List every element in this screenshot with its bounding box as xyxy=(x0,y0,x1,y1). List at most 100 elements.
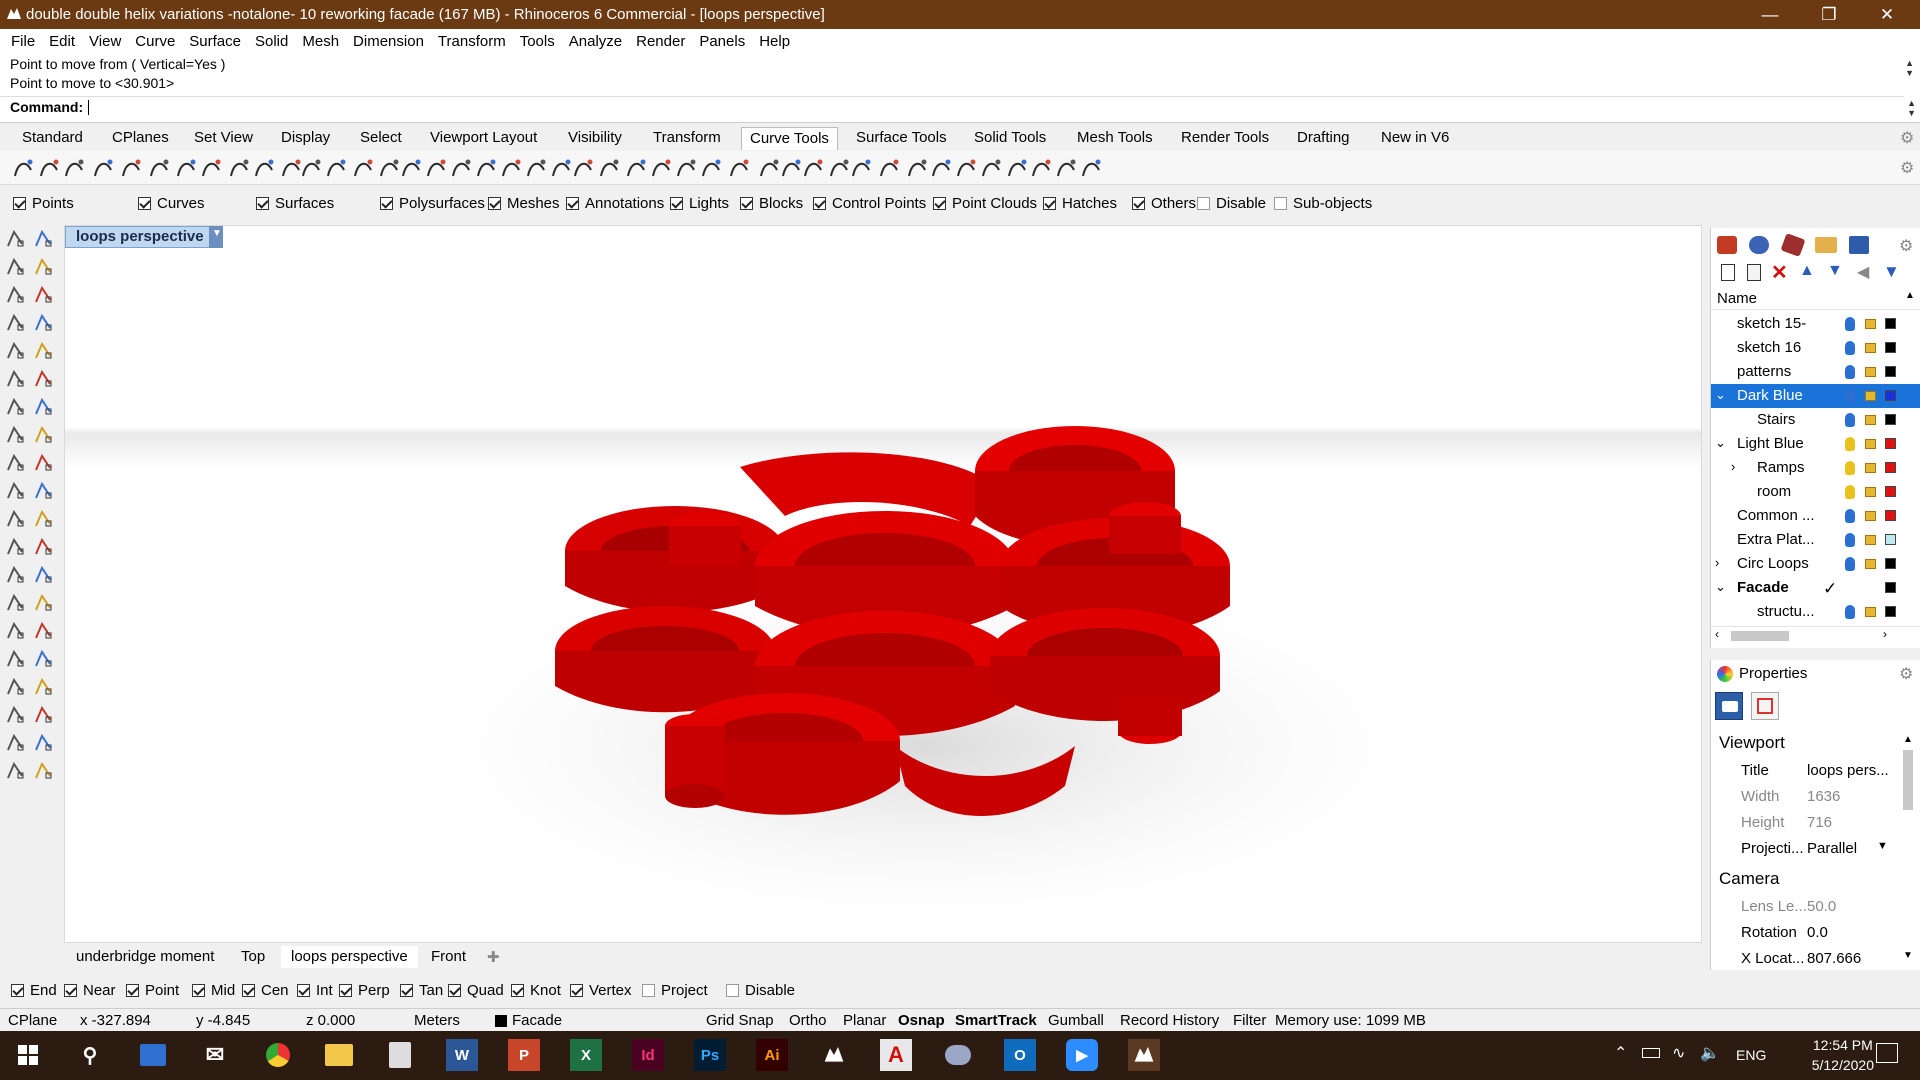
gear-icon[interactable]: ⚙ xyxy=(1899,236,1913,256)
explode-icon[interactable] xyxy=(352,156,374,180)
expander-icon[interactable]: ⌄ xyxy=(1715,387,1726,403)
surface-icon[interactable] xyxy=(4,620,26,642)
angle-icon[interactable] xyxy=(32,452,54,474)
menu-item-edit[interactable]: Edit xyxy=(42,33,82,50)
filter-sub-objects[interactable]: Sub-objects xyxy=(1274,195,1372,212)
object-icon[interactable] xyxy=(1751,692,1779,720)
red-loop-model[interactable] xyxy=(65,226,1702,943)
control-point-icon[interactable] xyxy=(728,156,750,180)
layer-row[interactable]: room xyxy=(1711,480,1920,504)
project-icon[interactable] xyxy=(378,156,400,180)
powerpoint-icon[interactable]: P xyxy=(508,1039,540,1071)
geodesic-icon[interactable] xyxy=(1030,156,1052,180)
divide-icon[interactable] xyxy=(450,156,472,180)
torus-icon[interactable] xyxy=(4,704,26,726)
filter-blocks[interactable]: Blocks xyxy=(740,195,803,212)
layer-row[interactable]: Common ... xyxy=(1711,504,1920,528)
layer-color-swatch[interactable] xyxy=(1885,342,1896,353)
arc-blend-icon[interactable] xyxy=(850,156,872,180)
menu-item-solid[interactable]: Solid xyxy=(248,33,295,50)
record-history-toggle[interactable]: Record History xyxy=(1120,1012,1219,1029)
extend-icon[interactable] xyxy=(253,156,275,180)
scale-icon[interactable] xyxy=(32,256,54,278)
tab-standard[interactable]: Standard xyxy=(14,127,91,150)
menu-item-help[interactable]: Help xyxy=(752,33,797,50)
arc-curve-icon[interactable] xyxy=(38,156,60,180)
checkbox[interactable] xyxy=(933,197,946,210)
tab-viewport-layout[interactable]: Viewport Layout xyxy=(422,127,545,150)
split-icon[interactable] xyxy=(300,156,322,180)
curve-icon[interactable] xyxy=(12,156,34,180)
checkbox[interactable] xyxy=(642,984,655,997)
osnap-near[interactable]: Near xyxy=(64,982,116,999)
lightbulb-icon[interactable] xyxy=(1845,437,1855,451)
minimize-button[interactable]: — xyxy=(1741,0,1799,29)
network-icon[interactable] xyxy=(32,592,54,614)
pull-icon[interactable] xyxy=(400,156,422,180)
filter-lights[interactable]: Lights xyxy=(670,195,729,212)
lightbulb-icon[interactable] xyxy=(1845,605,1855,619)
osnap-perp[interactable]: Perp xyxy=(339,982,390,999)
layers-tab-icon[interactable] xyxy=(1717,236,1737,254)
move-down-icon[interactable]: ▼ xyxy=(1827,262,1843,280)
smarttrack-toggle[interactable]: SmartTrack xyxy=(955,1012,1037,1029)
checkbox[interactable] xyxy=(380,197,393,210)
layer-color-swatch[interactable] xyxy=(1885,414,1896,425)
checkbox[interactable] xyxy=(1132,197,1145,210)
osnap-cen[interactable]: Cen xyxy=(242,982,289,999)
menu-item-curve[interactable]: Curve xyxy=(128,33,182,50)
lock-icon[interactable] xyxy=(1865,463,1876,473)
lightbulb-icon[interactable] xyxy=(1845,389,1855,403)
checkbox[interactable] xyxy=(400,984,413,997)
command-prompt[interactable]: Command: xyxy=(0,96,1904,118)
orbit-icon[interactable] xyxy=(32,508,54,530)
array-icon[interactable] xyxy=(32,340,54,362)
tab-drafting[interactable]: Drafting xyxy=(1289,127,1358,150)
polyline-icon[interactable] xyxy=(92,156,114,180)
mail-icon[interactable]: ✉ xyxy=(199,1039,231,1071)
rhino-active-icon[interactable] xyxy=(1128,1039,1160,1071)
checkbox[interactable] xyxy=(813,197,826,210)
layer-name[interactable]: Light Blue xyxy=(1737,435,1804,452)
layer-row[interactable]: › Ramps xyxy=(1711,456,1920,480)
line-icon[interactable] xyxy=(63,156,85,180)
tab-select[interactable]: Select xyxy=(352,127,410,150)
restore-button[interactable]: ❐ xyxy=(1800,0,1858,29)
lock-icon[interactable] xyxy=(1865,511,1876,521)
flow-icon[interactable] xyxy=(1055,156,1077,180)
display-tab-icon[interactable] xyxy=(1849,236,1869,254)
pipe-icon[interactable] xyxy=(32,704,54,726)
gear-icon[interactable]: ⚙ xyxy=(1900,158,1914,178)
osnap-int[interactable]: Int xyxy=(297,982,333,999)
render-tab-icon[interactable] xyxy=(1780,233,1806,257)
acrobat-icon[interactable]: A xyxy=(880,1039,912,1071)
kink-icon[interactable] xyxy=(802,156,824,180)
smooth-icon[interactable] xyxy=(828,156,850,180)
expander-icon[interactable]: › xyxy=(1731,459,1735,474)
filter-toggle[interactable]: Filter xyxy=(1233,1012,1266,1029)
checkbox[interactable] xyxy=(11,984,24,997)
distance-icon[interactable] xyxy=(32,312,54,334)
property-value[interactable]: Parallel xyxy=(1807,840,1857,857)
checkbox[interactable] xyxy=(192,984,205,997)
tab-curve-tools[interactable]: Curve Tools xyxy=(741,127,838,150)
tab-visibility[interactable]: Visibility xyxy=(560,127,630,150)
move-up-icon[interactable]: ▲ xyxy=(1799,262,1815,280)
lock-icon[interactable] xyxy=(1865,487,1876,497)
box-select-icon[interactable] xyxy=(4,312,26,334)
layer-color-swatch[interactable] xyxy=(1885,438,1896,449)
tab-underbridge-moment[interactable]: underbridge moment xyxy=(66,946,224,968)
ellipse-icon[interactable] xyxy=(4,536,26,558)
filter-annotations[interactable]: Annotations xyxy=(566,195,664,212)
lock-icon[interactable] xyxy=(1865,415,1876,425)
osnap-quad[interactable]: Quad xyxy=(448,982,504,999)
menu-item-mesh[interactable]: Mesh xyxy=(295,33,346,50)
freeform-icon[interactable] xyxy=(4,396,26,418)
osnap-vertex[interactable]: Vertex xyxy=(570,982,632,999)
checkbox[interactable] xyxy=(566,197,579,210)
filter-points[interactable]: Points xyxy=(13,195,74,212)
tab-mesh-tools[interactable]: Mesh Tools xyxy=(1069,127,1161,150)
osnap-point[interactable]: Point xyxy=(126,982,179,999)
lightbulb-icon[interactable] xyxy=(1845,413,1855,427)
change-degree-icon[interactable] xyxy=(598,156,620,180)
